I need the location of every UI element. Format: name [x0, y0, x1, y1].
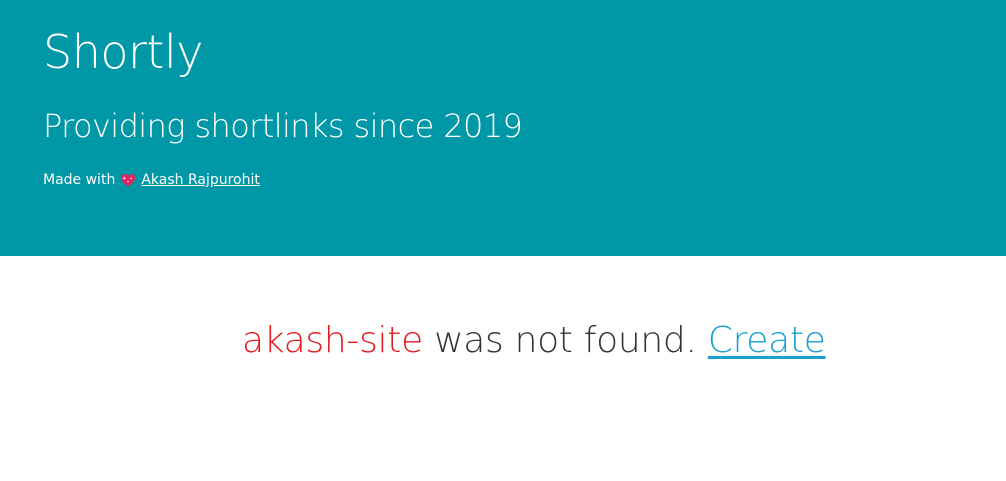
credit-prefix: Made with	[43, 172, 116, 188]
credit-line: Made with Akash Rajpurohit	[43, 170, 260, 190]
not-found-message: akash-site was not found. Create	[0, 318, 1006, 364]
create-link[interactable]: Create	[708, 320, 826, 361]
site-title: Shortly	[43, 25, 203, 79]
missing-slug: akash-site	[242, 320, 423, 361]
header-banner: Shortly Providing shortlinks since 2019 …	[0, 0, 1006, 256]
not-found-text: was not found.	[422, 320, 708, 361]
sparkling-heart-icon	[120, 172, 136, 188]
author-link[interactable]: Akash Rajpurohit	[141, 170, 260, 190]
site-tagline: Providing shortlinks since 2019	[43, 107, 523, 145]
